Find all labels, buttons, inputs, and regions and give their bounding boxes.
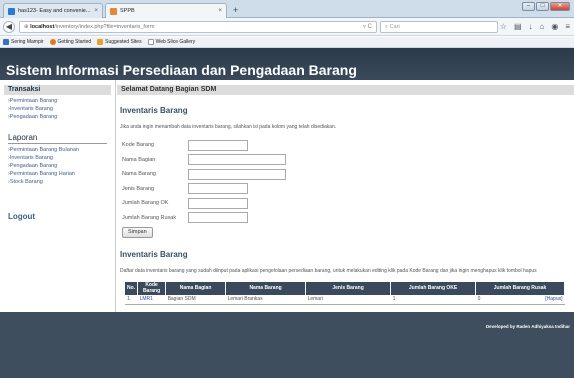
clipboard-icon[interactable]: ▤ [514,21,522,33]
menu-icon[interactable]: ≡ [565,21,570,33]
minimize-button[interactable]: – [522,2,535,11]
column-header: Kode Barang [137,282,167,295]
site-footer: Developed by Raden Adhiyaksa Indihar [0,312,574,378]
cell-jenis: Lemari [305,295,391,305]
column-header: Jumlah Barang Rusak [475,282,565,295]
browser-tab-bar: has123- Easy and convenie... × SPPB × + … [0,0,574,18]
sidebar-item-laporan-inventaris[interactable]: ›Inventaris Barang [8,154,115,162]
site-favicon-icon [8,7,15,15]
window-controls: – □ ✕ [522,2,570,11]
field-label: Nama Bagian [122,156,156,163]
welcome-banner: Selamat Datang Bagian SDM [117,85,574,95]
bookmarks-bar: Sering Mampir Getting Started Suggested … [0,37,574,48]
cell-no: 1. [125,295,138,305]
cell-barang: Lemari Brankas [225,295,306,305]
list-description: Daftar data inventaris barang yang sudah… [120,268,537,274]
table-row: 1. LMR1 Bagian SDM Lemari Brankas Lemari… [125,295,565,305]
site-favicon-icon [110,7,117,15]
nama-bagian-input[interactable] [188,154,286,166]
sidebar-item-inventaris-barang[interactable]: ›Inventaris Barang [8,105,115,113]
column-header: Nama Barang [225,282,307,295]
inventaris-form: Kode Barang Nama Bagian Nama Barang Jeni… [122,138,574,238]
cell-ok: 1 [390,295,476,305]
form-description: Jika anda ingin menambah data inventaris… [120,124,337,130]
laporan-menu: ›Permintaan Barang Bulanan ›Inventaris B… [8,146,115,186]
sidebar-item-pengadaan-barang[interactable]: ›Pengadaan Barang [8,113,115,121]
logout-link[interactable]: Logout [8,212,107,221]
toolbar-icons: ☆ ▤ ↓ ⌂ ◉ ≡ [500,21,570,33]
bookmark-item[interactable]: Suggested Sites [97,39,142,45]
browser-nav-bar: ◀ ⊕ localhost/inventory/index.php?file=i… [0,18,574,36]
kode-barang-link[interactable]: LMR1 [140,296,153,302]
jumlah-ok-input[interactable] [188,197,248,209]
inventaris-table: No. Kode Barang Nama Bagian Nama Barang … [125,282,565,305]
kode-barang-input[interactable] [188,139,248,151]
site-title: Sistem Informasi Persediaan dan Pengadaa… [6,62,357,78]
suggested-sites-icon [97,39,104,45]
download-icon[interactable]: ↓ [529,21,533,33]
search-input[interactable]: ⌕ Cari [380,21,498,33]
close-window-button[interactable]: ✕ [550,2,570,11]
site-header: Sistem Informasi Persediaan dan Pengadaa… [0,48,574,80]
sidebar-laporan-title: Laporan [8,133,107,144]
browser-tab-2[interactable]: SPPB × [105,3,227,18]
tab-title: SPPB [120,8,135,14]
field-label: Jenis Barang [122,185,155,192]
field-label: Jumlah Barang Rusak [122,214,177,221]
column-header: Nama Bagian [165,282,227,295]
sidebar-item-laporan-pengadaan[interactable]: ›Pengadaan Barang [8,162,115,170]
reload-icon[interactable]: ▿ C [363,22,372,32]
table-header-row: No. Kode Barang Nama Bagian Nama Barang … [125,282,565,295]
sidebar-item-permintaan-bulanan[interactable]: ›Permintaan Barang Bulanan [8,146,115,154]
close-tab-icon[interactable]: × [94,8,98,14]
sidebar-item-stock-barang[interactable]: ›Stock Barang [8,178,115,186]
web-slice-icon [147,39,154,45]
back-arrow-icon[interactable]: ◀ [3,21,15,33]
column-header: No. [125,282,139,295]
bookmark-folder-icon [3,39,9,45]
sidebar-transaksi-title: Transaksi [4,85,111,95]
star-icon[interactable]: ☆ [500,21,507,33]
address-bar[interactable]: ⊕ localhost/inventory/index.php?file=inv… [19,21,377,33]
transaksi-menu: ›Permintaan Barang ›Inventaris Barang ›P… [8,97,115,121]
tab-title: has123- Easy and convenie... [18,8,91,14]
bookmark-label: Getting Started [57,39,92,45]
column-header: Jumlah Barang OKE [390,282,477,295]
browser-tab-1[interactable]: has123- Easy and convenie... × [3,3,103,18]
list-title: Inventaris Barang [120,250,188,259]
home-icon[interactable]: ⌂ [540,21,545,33]
pocket-icon[interactable]: ◉ [551,21,558,33]
sidebar: Transaksi ›Permintaan Barang ›Inventaris… [0,80,116,312]
field-label: Kode Barang [122,142,155,149]
footer-credit: Developed by Raden Adhiyaksa Indihar [485,324,570,329]
jenis-barang-input[interactable] [188,183,248,195]
simpan-button[interactable]: Simpan [122,227,153,238]
sidebar-item-permintaan-harian[interactable]: ›Permintaan Barang Harian [8,170,115,178]
close-tab-icon[interactable]: × [218,8,222,14]
cell-rusak: 0 [477,296,481,303]
bookmark-item[interactable]: Web Slice Gallery [147,39,196,45]
url-path: /inventory/index.php?file=inventaris_for… [54,24,155,30]
nama-barang-input[interactable] [188,168,286,180]
bookmark-item[interactable]: Getting Started [49,39,92,45]
column-header: Jenis Barang [305,282,392,295]
bookmark-label: Web Slice Gallery [155,39,196,45]
maximize-button[interactable]: □ [536,2,549,11]
new-tab-button[interactable]: + [233,5,238,15]
hapus-link[interactable]: [Hapus] [545,296,562,302]
sidebar-item-permintaan-barang[interactable]: ›Permintaan Barang [8,97,115,105]
field-label: Jumlah Barang OK [122,200,169,207]
bookmark-item[interactable]: Sering Mampir [3,39,44,45]
field-label: Nama Barang [122,171,156,178]
jumlah-rusak-input[interactable] [188,212,248,224]
bookmark-label: Suggested Sites [105,39,142,45]
main-content: Selamat Datang Bagian SDM Inventaris Bar… [117,80,574,312]
search-placeholder: Cari [389,24,400,30]
cell-bagian: Bagian SDM [165,295,226,305]
bookmark-label: Sering Mampir [11,39,44,45]
firefox-icon [49,39,56,45]
url-host: localhost [30,24,55,30]
form-title: Inventaris Barang [120,106,188,115]
